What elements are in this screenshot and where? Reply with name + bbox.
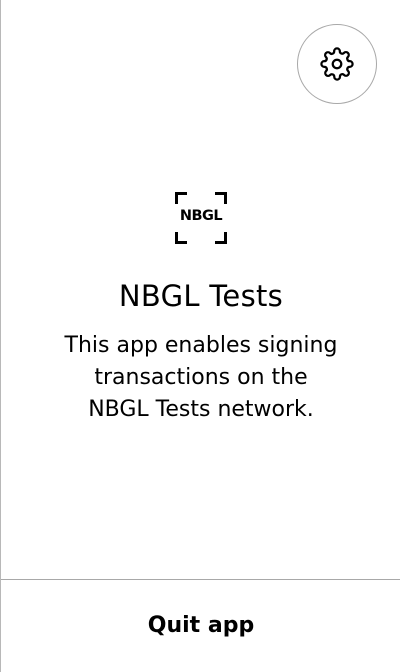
icon-corner-top-right [215, 192, 227, 204]
description-line: NBGL Tests network. [88, 397, 314, 422]
icon-corner-bottom-right [215, 232, 227, 244]
gear-icon [320, 47, 354, 81]
nbgl-app-icon: NBGL [175, 192, 227, 244]
home-screen: NBGL NBGL Tests This app enables signing… [0, 0, 400, 672]
app-title: NBGL Tests [118, 279, 284, 313]
description-line: transactions on the [94, 365, 308, 390]
quit-app-button[interactable]: Quit app [1, 580, 400, 672]
icon-corner-bottom-left [175, 232, 187, 244]
app-description: This app enables signing transactions on … [31, 330, 371, 426]
description-line: This app enables signing [64, 333, 338, 358]
settings-button[interactable] [297, 24, 377, 104]
app-icon-label: NBGL [179, 208, 223, 224]
quit-app-label: Quit app [147, 613, 255, 638]
icon-corner-top-left [175, 192, 187, 204]
